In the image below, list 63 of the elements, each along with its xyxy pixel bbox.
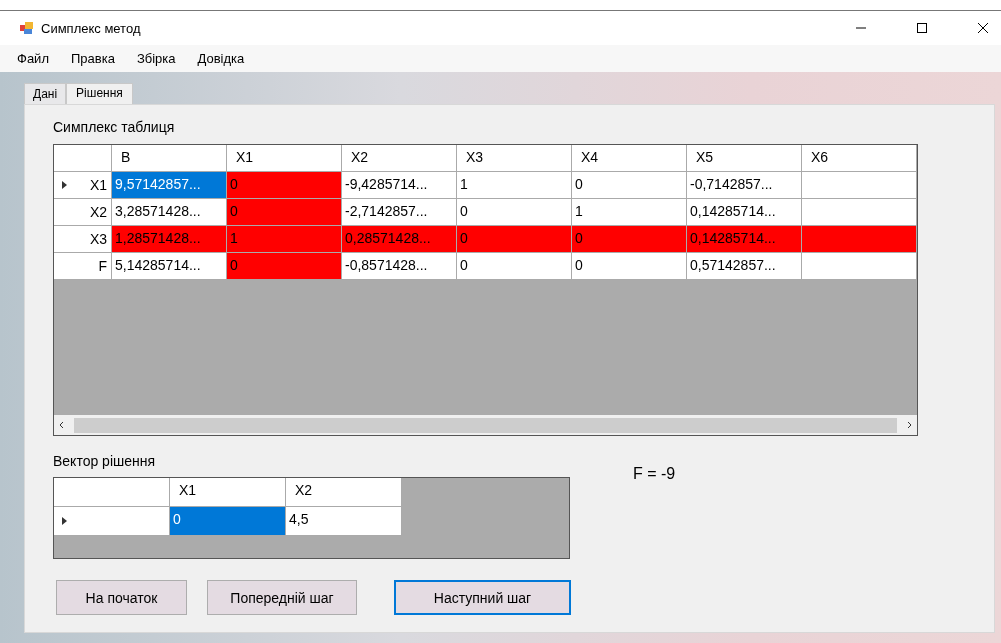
table-cell[interactable]: 1 (457, 172, 572, 199)
table-cell[interactable]: 0 (227, 253, 342, 280)
scrollbar-thumb[interactable] (74, 417, 897, 433)
table-cell[interactable]: -0,8571428... (342, 253, 457, 280)
table-cell[interactable]: 0 (227, 199, 342, 226)
table-cell[interactable] (802, 172, 917, 199)
table-cell[interactable]: 1,28571428... (112, 226, 227, 253)
column-header: X2 (286, 478, 402, 507)
table-cell[interactable]: 1 (572, 199, 687, 226)
table-cell[interactable] (802, 199, 917, 226)
scroll-right-icon[interactable] (905, 421, 913, 429)
table-cell[interactable]: 0 (457, 199, 572, 226)
table-cell[interactable]: 1 (227, 226, 342, 253)
table-cell[interactable]: -2,7142857... (342, 199, 457, 226)
table-cell[interactable]: -9,4285714... (342, 172, 457, 199)
table-cell[interactable]: 0,14285714... (687, 199, 802, 226)
row-header-label: X1 (89, 177, 107, 193)
close-icon[interactable] (977, 22, 989, 34)
button[interactable]: На початок (56, 580, 187, 615)
column-header: B (112, 145, 227, 172)
app-icon (19, 20, 35, 36)
table-cell[interactable] (802, 253, 917, 280)
horizontal-scrollbar[interactable] (54, 415, 917, 435)
row-header-label: X2 (89, 204, 107, 220)
table-cell[interactable]: 0 (572, 172, 687, 199)
button[interactable]: Попередній шаг (207, 580, 357, 615)
menu-item[interactable]: Збірка (136, 51, 176, 66)
tab[interactable]: Дані (24, 83, 67, 104)
column-header: X5 (687, 145, 802, 172)
column-header: X6 (802, 145, 917, 172)
tab[interactable]: Рішення (66, 83, 133, 104)
menu-item[interactable]: Довідка (197, 51, 245, 66)
column-header: X1 (170, 478, 286, 507)
table-title: Вектор рішення (53, 453, 156, 469)
column-header: X3 (457, 145, 572, 172)
table-cell[interactable]: 5,14285714... (112, 253, 227, 280)
table-cell[interactable]: 3,28571428... (112, 199, 227, 226)
menu-item[interactable]: Файл (17, 51, 49, 66)
table-cell[interactable]: 0 (572, 253, 687, 280)
table-cell[interactable]: 4,5 (286, 507, 402, 536)
table-cell[interactable]: 0,28571428... (342, 226, 457, 253)
menu-item[interactable]: Правка (70, 51, 115, 66)
table-cell[interactable]: 0 (227, 172, 342, 199)
table-cell[interactable]: 0 (457, 226, 572, 253)
column-header: X2 (342, 145, 457, 172)
window-title: Симплекс метод (41, 20, 141, 36)
column-header: X4 (572, 145, 687, 172)
table-cell[interactable]: -0,7142857... (687, 172, 802, 199)
table-cell[interactable] (802, 226, 917, 253)
row-header-label: X3 (89, 231, 107, 247)
table-cell[interactable]: 0,14285714... (687, 226, 802, 253)
table-cell[interactable]: 9,57142857... (112, 172, 227, 199)
objective-value: F = -9 (633, 465, 676, 483)
table-cell[interactable]: 0 (457, 253, 572, 280)
column-header: X1 (227, 145, 342, 172)
button[interactable]: Наступний шаг (394, 580, 571, 615)
table-title: Симплекс таблиця (53, 119, 175, 135)
maximize-icon[interactable] (916, 22, 928, 34)
table-cell[interactable]: 0 (170, 507, 286, 536)
scroll-left-icon[interactable] (58, 421, 66, 429)
row-header-label: F (98, 258, 107, 274)
table-cell[interactable]: 0,57142857... (687, 253, 802, 280)
table-cell[interactable]: 0 (572, 226, 687, 253)
